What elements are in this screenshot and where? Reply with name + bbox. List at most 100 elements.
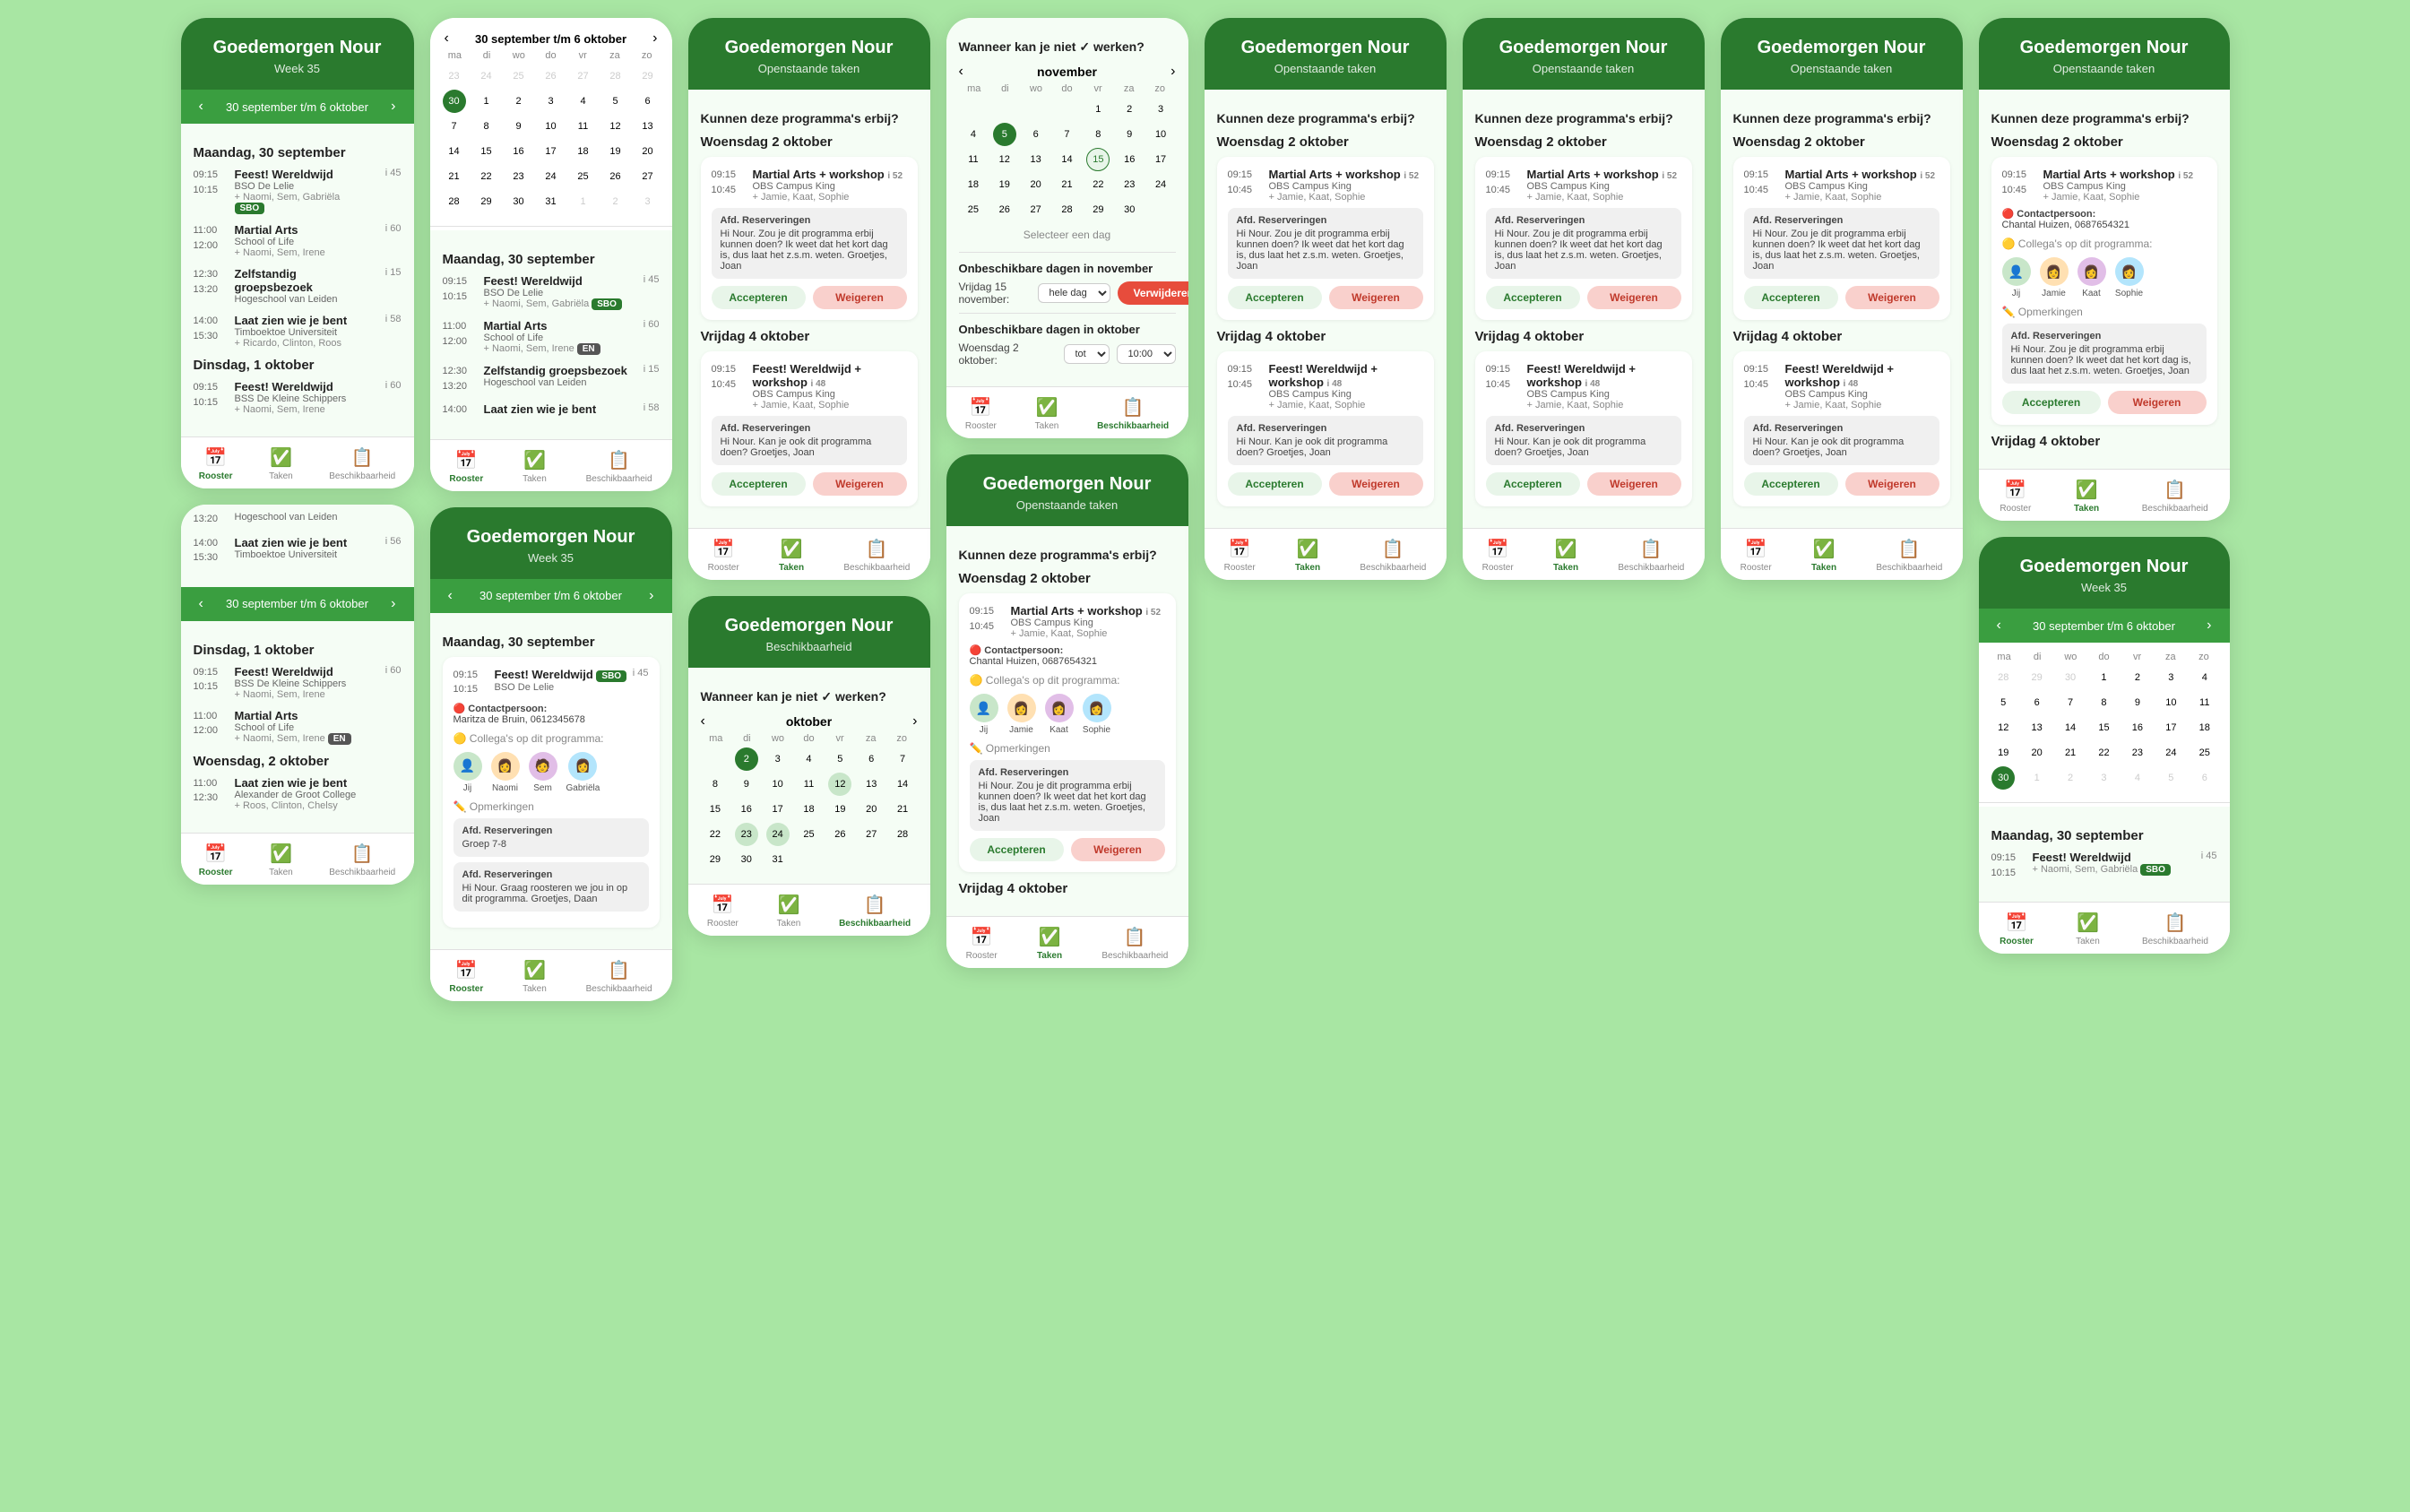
nav-rooster-7[interactable]: 📅 Rooster	[966, 926, 998, 961]
task-full-msg1: Afd. Reserveringen Hi Nour. Zou je dit p…	[1486, 208, 1681, 279]
nav-rooster-4[interactable]: 📅 Rooster	[707, 894, 739, 929]
nav-beschikbaarheid-8[interactable]: 📋 Beschikbaarheid	[1360, 538, 1426, 573]
accept-r1-btn[interactable]: Accepteren	[1744, 286, 1838, 309]
accept-btn-2[interactable]: Accepteren	[712, 472, 806, 496]
nav-rooster-5[interactable]: 📅 Rooster	[965, 396, 997, 431]
nav-taken-4[interactable]: ✅ Taken	[777, 894, 801, 929]
bottom-nav-1: 📅 Rooster ✅ Taken 📋 Beschikbaarheid	[181, 436, 414, 488]
nav-beschikbaarheid-7[interactable]: 📋 Beschikbaarheid	[1101, 926, 1168, 961]
nav-rooster-sophie[interactable]: 📅 Rooster	[2000, 479, 2031, 514]
nav-beschikbaarheid-mcr[interactable]: 📋 Beschikbaarheid	[2142, 912, 2208, 946]
nav-rooster-r1[interactable]: 📅 Rooster	[1741, 538, 1772, 573]
accept-btn-1[interactable]: Accepteren	[712, 286, 806, 309]
nav-taken-mcr[interactable]: ✅ Taken	[2076, 912, 2100, 946]
cal-next-edit[interactable]: ›	[1170, 64, 1175, 80]
nav-taken-r1[interactable]: ✅ Taken	[1811, 538, 1836, 573]
nav-rooster-cal[interactable]: 📅 Rooster	[449, 449, 483, 484]
schedule-body-1: Maandag, 30 september 09:1510:15 Feest! …	[181, 124, 414, 436]
accept-full1-btn[interactable]: Accepteren	[1486, 286, 1580, 309]
cal-prev-avail[interactable]: ‹	[701, 713, 705, 730]
cal-prev-edit[interactable]: ‹	[959, 64, 963, 80]
nav-beschikbaarheid-r1[interactable]: 📋 Beschikbaarheid	[1876, 538, 1942, 573]
cal-next-avail[interactable]: ›	[912, 713, 917, 730]
accept-sophie-btn[interactable]: Accepteren	[2002, 391, 2101, 414]
nav-taken-9[interactable]: ✅ Taken	[1553, 538, 1578, 573]
nav-rooster-3[interactable]: 📅 Rooster	[708, 538, 739, 573]
day-header-tue2: Dinsdag, 1 oktober	[194, 643, 402, 658]
screen-partial-bottom: 13:20 Hogeschool van Leiden 14:0015:30 L…	[181, 505, 414, 885]
week-nav-mcr[interactable]: ‹ 30 september t/m 6 oktober ›	[1979, 609, 2230, 643]
nav-rooster-1[interactable]: 📅 Rooster	[199, 446, 233, 481]
decline-full2-btn[interactable]: Weigeren	[1587, 472, 1681, 496]
decline-btn-2[interactable]: Weigeren	[813, 472, 907, 496]
unavail-nov-select[interactable]: hele dag	[1038, 283, 1110, 303]
week-nav-partial[interactable]: ‹ 30 september t/m 6 oktober ›	[181, 587, 414, 621]
accept-r2-btn[interactable]: Accepteren	[1744, 472, 1838, 496]
nav-taken-cal[interactable]: ✅ Taken	[523, 449, 547, 484]
task-card-s1: 09:1510:45 Martial Arts + workshop i 52 …	[1217, 157, 1434, 320]
nav-rooster-9[interactable]: 📅 Rooster	[1482, 538, 1514, 573]
decline-sophie-btn[interactable]: Weigeren	[2108, 391, 2207, 414]
decline-detail-btn[interactable]: Weigeren	[1071, 838, 1165, 861]
cal-prev-btn[interactable]: ‹	[445, 30, 449, 47]
remove-nov-btn[interactable]: Verwijderen	[1118, 281, 1188, 305]
nav-rooster-mcr[interactable]: 📅 Rooster	[2000, 912, 2034, 946]
week-nav-6[interactable]: ‹ 30 september t/m 6 oktober ›	[430, 579, 672, 613]
unavail-nov-header: Onbeschikbare dagen in november	[959, 262, 1176, 275]
taken-icon-9: ✅	[1555, 538, 1577, 560]
decline-btn-1[interactable]: Weigeren	[813, 286, 907, 309]
nav-taken-6[interactable]: ✅ Taken	[523, 959, 547, 994]
accept-full2-btn[interactable]: Accepteren	[1486, 472, 1580, 496]
nav-taken-7[interactable]: ✅ Taken	[1037, 926, 1062, 961]
day-header-mon: Maandag, 30 september	[194, 145, 402, 160]
nav-taken-p[interactable]: ✅ Taken	[269, 842, 293, 877]
week-nav-1[interactable]: ‹ 30 september t/m 6 oktober ›	[181, 90, 414, 124]
next-week-btn-1[interactable]: ›	[385, 97, 401, 117]
task-right-msg1: Afd. Reserveringen Hi Nour. Zou je dit p…	[1744, 208, 1939, 279]
next-week-btn-6[interactable]: ›	[644, 586, 659, 606]
task-day-fri-8: Vrijdag 4 oktober	[1217, 329, 1434, 344]
accept-s2-btn[interactable]: Accepteren	[1228, 472, 1322, 496]
unavail-oct-from[interactable]: tot	[1064, 344, 1110, 364]
nav-rooster-p[interactable]: 📅 Rooster	[199, 842, 233, 877]
decline-s2-btn[interactable]: Weigeren	[1329, 472, 1423, 496]
accept-s1-btn[interactable]: Accepteren	[1228, 286, 1322, 309]
decline-r2-btn[interactable]: Weigeren	[1845, 472, 1939, 496]
nav-taken-8[interactable]: ✅ Taken	[1295, 538, 1320, 573]
unavail-oct-to[interactable]: 10:00	[1117, 344, 1176, 364]
nav-taken-5[interactable]: ✅ Taken	[1035, 396, 1059, 431]
nav-beschikbaarheid-5[interactable]: 📋 Beschikbaarheid	[1097, 396, 1169, 431]
next-week-btn-p[interactable]: ›	[385, 594, 401, 614]
nav-beschikbaarheid-6[interactable]: 📋 Beschikbaarheid	[586, 959, 652, 994]
accept-detail-btn[interactable]: Accepteren	[970, 838, 1064, 861]
nav-taken-sophie[interactable]: ✅ Taken	[2074, 479, 2099, 514]
rooster-icon-9: 📅	[1487, 538, 1509, 560]
unavail-oct-header: Onbeschikbare dagen in oktober	[959, 323, 1176, 336]
nav-beschikbaarheid-cal[interactable]: 📋 Beschikbaarheid	[586, 449, 652, 484]
nav-beschikbaarheid-1[interactable]: 📋 Beschikbaarheid	[329, 446, 395, 481]
prev-week-btn-1[interactable]: ‹	[194, 97, 209, 117]
nav-rooster-8[interactable]: 📅 Rooster	[1224, 538, 1256, 573]
prev-week-btn-6[interactable]: ‹	[443, 586, 458, 606]
nav-beschikbaarheid-sophie[interactable]: 📋 Beschikbaarheid	[2142, 479, 2208, 514]
nav-beschikbaarheid-p[interactable]: 📋 Beschikbaarheid	[329, 842, 395, 877]
taken-icon-sophie: ✅	[2076, 479, 2098, 501]
rooster-icon-6: 📅	[455, 959, 478, 981]
cal-next-btn[interactable]: ›	[652, 30, 657, 47]
bottom-nav-sophie: 📅 Rooster ✅ Taken 📋 Beschikbaarheid	[1979, 469, 2230, 521]
decline-full1-btn[interactable]: Weigeren	[1587, 286, 1681, 309]
decline-s1-btn[interactable]: Weigeren	[1329, 286, 1423, 309]
nav-taken-3[interactable]: ✅ Taken	[779, 538, 804, 573]
next-week-mcr[interactable]: ›	[2201, 616, 2216, 635]
prev-week-btn-p[interactable]: ‹	[194, 594, 209, 614]
nav-beschikbaarheid-9[interactable]: 📋 Beschikbaarheid	[1618, 538, 1684, 573]
decline-r1-btn[interactable]: Weigeren	[1845, 286, 1939, 309]
prev-week-mcr[interactable]: ‹	[1991, 616, 2007, 635]
nav-beschikbaarheid-3[interactable]: 📋 Beschikbaarheid	[843, 538, 910, 573]
nav-rooster-6[interactable]: 📅 Rooster	[449, 959, 483, 994]
beschikbaarheid-icon-8: 📋	[1382, 538, 1404, 560]
nav-beschikbaarheid-4[interactable]: 📋 Beschikbaarheid	[839, 894, 911, 929]
nav-taken-1[interactable]: ✅ Taken	[269, 446, 293, 481]
task-sophie-msg: Afd. Reserveringen Hi Nour. Zou je dit p…	[2002, 324, 2207, 384]
screen-tasks-detail-right: Goedemorgen Nour Openstaande taken Kunne…	[1721, 18, 1963, 580]
